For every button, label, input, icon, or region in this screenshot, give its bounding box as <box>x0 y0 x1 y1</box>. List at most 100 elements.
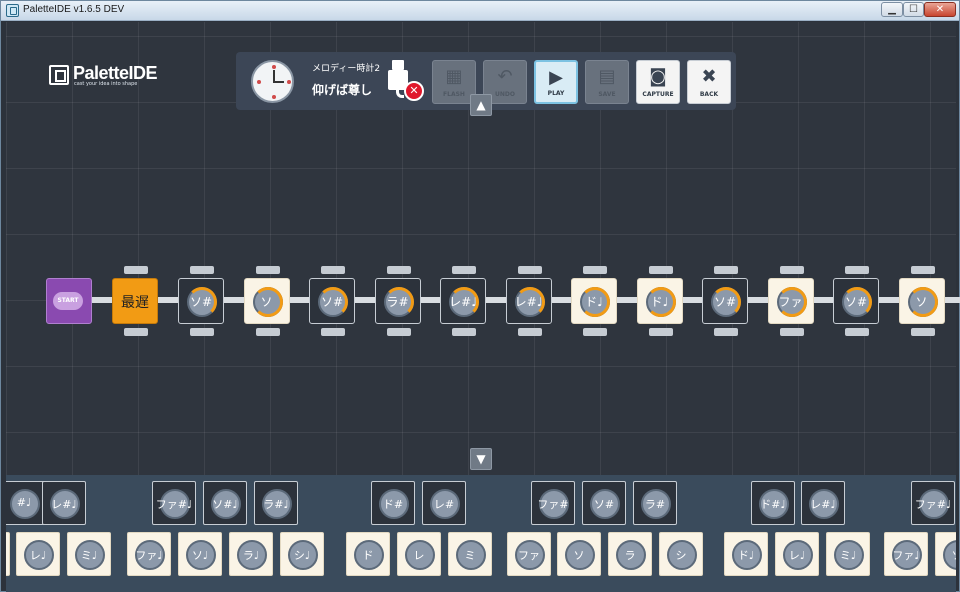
palette-sharp-note[interactable]: ラ# <box>633 481 677 525</box>
palette-note-label: ラ# <box>644 498 666 511</box>
close-window-button[interactable]: ✕ <box>924 2 956 17</box>
note-block[interactable]: ソ# <box>702 266 748 336</box>
palette-note-label: ラ#♩ <box>263 498 289 511</box>
maximize-button[interactable]: ☐ <box>903 2 924 17</box>
palette-note-label: ファ♩ <box>135 549 163 562</box>
palette-natural-note[interactable]: レ♩ <box>16 532 60 576</box>
note-block[interactable]: レ#♩ <box>505 266 552 336</box>
palette-note-label: ファ# <box>537 498 569 511</box>
play-button[interactable]: ▶ PLAY <box>534 60 578 104</box>
palette-note-label: ミ♩ <box>839 549 857 562</box>
note-block[interactable]: ソ# <box>309 266 355 336</box>
palette-sharp-note[interactable]: #♩ <box>6 481 46 525</box>
palette-natural-note[interactable]: ファ <box>507 532 551 576</box>
palette-note-label: シ <box>675 549 687 562</box>
palette-natural-note[interactable] <box>6 532 10 576</box>
palette-natural-note[interactable]: レ <box>397 532 441 576</box>
note-label: ソ# <box>320 295 344 309</box>
tempo-block[interactable]: 最遅 <box>112 266 158 336</box>
app-icon <box>6 4 19 17</box>
palette-note-label: ファ#♩ <box>914 498 952 511</box>
note-block[interactable]: ド♩ <box>636 266 683 336</box>
note-block[interactable]: ソ <box>898 266 945 336</box>
palette-sharp-note[interactable]: ソ#♩ <box>203 481 247 525</box>
palette-natural-note[interactable]: ソ♩ <box>178 532 222 576</box>
palette-sharp-note[interactable]: ラ#♩ <box>254 481 298 525</box>
scroll-up-button[interactable]: ▲ <box>470 94 492 116</box>
program-canvas[interactable]: PaletteIDE cast your idea into shape メロデ… <box>6 22 956 475</box>
palette-natural-note[interactable]: ミ♩ <box>826 532 870 576</box>
palette-natural-note[interactable]: レ♩ <box>775 532 819 576</box>
palette-note-label: ソ# <box>593 498 615 511</box>
note-block[interactable]: ソ# <box>178 266 224 336</box>
arrow-down-icon: ▼ <box>476 452 486 466</box>
connector-tab <box>779 266 804 274</box>
palette-note-label: ミ♩ <box>80 549 98 562</box>
note-label: ファ <box>778 295 803 309</box>
palette-natural-note[interactable]: シ♩ <box>280 532 324 576</box>
palette-note-label: ラ <box>624 549 636 562</box>
palette-note-label: ファ <box>518 549 540 562</box>
palette-natural-note[interactable]: ファ♩ <box>884 532 928 576</box>
note-block[interactable]: ファ <box>767 266 814 336</box>
palette-note-label: レ <box>413 549 425 562</box>
palette-note-label: レ♩ <box>29 549 47 562</box>
palette-natural-note[interactable]: ミ♩ <box>67 532 111 576</box>
palette-sharp-note[interactable]: ソ# <box>582 481 626 525</box>
palette-natural-note[interactable]: ソ <box>935 532 956 576</box>
note-block[interactable]: レ#♩ <box>440 266 486 336</box>
palette-natural-note[interactable]: ソ <box>557 532 601 576</box>
note-label: ソ <box>260 295 273 309</box>
project-thumbnail-clock-icon <box>251 60 294 103</box>
title-bar[interactable]: PaletteIDE v1.6.5 DEV ▁ ☐ ✕ <box>1 1 959 21</box>
palette-natural-note[interactable]: ド♩ <box>724 532 768 576</box>
minimize-button[interactable]: ▁ <box>881 2 903 17</box>
palette-sharp-note[interactable]: レ#♩ <box>42 481 86 525</box>
palette-sharp-note[interactable]: ド#♩ <box>751 481 795 525</box>
palette-natural-note[interactable]: ラ♩ <box>229 532 273 576</box>
save-button[interactable]: ▤ SAVE <box>585 60 629 104</box>
note-label: ソ# <box>713 295 737 309</box>
connector-tab <box>452 328 476 336</box>
palette-sharp-note[interactable]: ファ#♩ <box>911 481 955 525</box>
connector-tab <box>190 266 214 274</box>
start-label: START <box>53 292 83 310</box>
note-label: ソ# <box>189 295 213 309</box>
note-block[interactable]: ド♩ <box>571 266 617 336</box>
scroll-down-button[interactable]: ▼ <box>470 448 492 470</box>
note-label: ド♩ <box>650 295 669 309</box>
connector-tab <box>845 328 869 336</box>
back-button[interactable]: ✖ BACK <box>687 60 731 104</box>
connector-tab <box>452 266 476 274</box>
palette-note-label: レ♩ <box>788 549 806 562</box>
note-block[interactable]: ラ# <box>374 266 421 336</box>
palette-sharp-note[interactable]: レ# <box>422 481 466 525</box>
note-block[interactable]: ソ# <box>833 266 879 336</box>
palette-note-label: ソ#♩ <box>212 498 238 511</box>
connector-tab <box>517 328 542 336</box>
connector-tab <box>190 328 214 336</box>
palette-note-label: ファ#♩ <box>155 498 193 511</box>
capture-button[interactable]: ◙ CAPTURE <box>636 60 680 104</box>
palette-natural-note[interactable]: ファ♩ <box>127 532 171 576</box>
logo-tagline: cast your idea into shape <box>74 81 138 87</box>
window-title: PaletteIDE v1.6.5 DEV <box>23 4 125 15</box>
note-block[interactable]: ソ <box>243 266 290 336</box>
palette-natural-note[interactable]: ラ <box>608 532 652 576</box>
note-label: ソ <box>915 295 928 309</box>
palette-natural-note[interactable]: ド <box>346 532 390 576</box>
connector-tab <box>321 328 345 336</box>
palette-natural-note[interactable]: シ <box>659 532 703 576</box>
start-block[interactable]: START <box>46 278 92 324</box>
arrow-up-icon: ▲ <box>476 98 486 112</box>
palette-sharp-note[interactable]: レ#♩ <box>801 481 845 525</box>
palette-natural-note[interactable]: ミ <box>448 532 492 576</box>
close-icon: ✕ <box>935 4 945 15</box>
connector-tab <box>321 266 345 274</box>
palette-sharp-note[interactable]: ファ# <box>531 481 575 525</box>
connector-tab <box>517 266 542 274</box>
palette-sharp-note[interactable]: ファ#♩ <box>152 481 196 525</box>
connector-tab <box>583 266 607 274</box>
play-icon: ▶ <box>549 67 563 88</box>
palette-sharp-note[interactable]: ド# <box>371 481 415 525</box>
